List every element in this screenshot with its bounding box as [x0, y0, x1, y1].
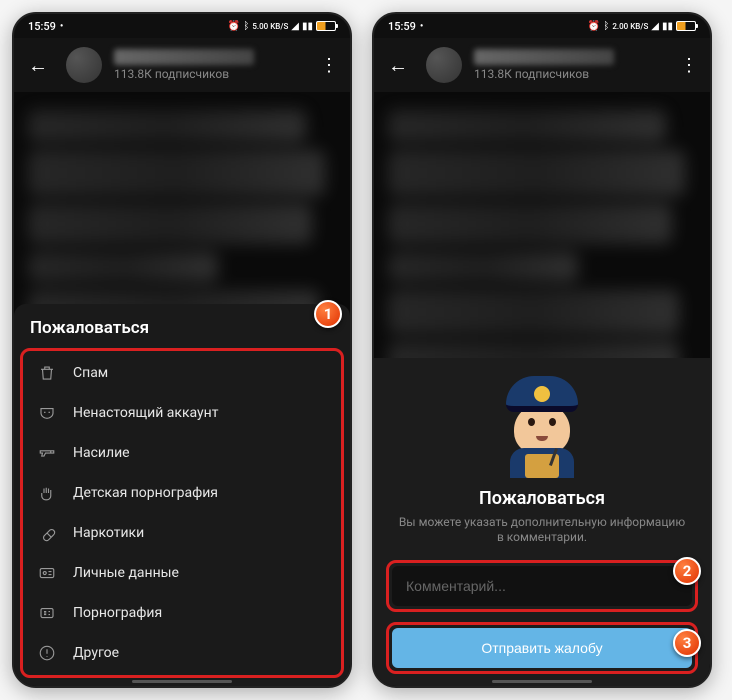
mask-icon — [37, 403, 57, 423]
notification-dot-icon: • — [420, 21, 424, 32]
gun-icon — [37, 443, 57, 463]
report-confirm-panel: Пожаловаться Вы можете указать дополните… — [374, 358, 710, 686]
chat-body: Пожаловаться 1 Спам Ненастоящий аккаунт — [14, 92, 350, 686]
home-indicator[interactable] — [492, 680, 592, 683]
signal-icon: ▮▮ — [302, 21, 313, 32]
phone-screenshot-2: 15:59 • ⏰ ᛒ 2.00 KB/S ◢ ▮▮ ← 113.8К подп… — [372, 12, 712, 688]
battery-icon — [676, 21, 696, 31]
report-option-drugs[interactable]: Наркотики — [23, 513, 341, 553]
status-time: 15:59 — [388, 20, 416, 33]
submit-button-highlight: Отправить жалобу 3 — [386, 622, 698, 674]
report-option-label: Порнография — [73, 605, 162, 621]
trash-icon — [37, 363, 57, 383]
channel-avatar[interactable] — [426, 47, 462, 83]
callout-badge-2: 2 — [673, 557, 701, 585]
back-arrow-icon[interactable]: ← — [382, 49, 414, 82]
wifi-icon: ◢ — [291, 21, 299, 32]
alarm-icon: ⏰ — [588, 21, 600, 32]
channel-name-blurred — [474, 49, 614, 65]
report-option-label: Другое — [73, 645, 119, 661]
report-option-label: Ненастоящий аккаунт — [73, 405, 218, 421]
report-option-personal-data[interactable]: Личные данные — [23, 553, 341, 593]
report-options-list: Спам Ненастоящий аккаунт Насилие — [20, 348, 344, 678]
bluetooth-icon: ᛒ — [243, 21, 249, 32]
comment-field-highlight: 2 — [386, 560, 698, 612]
phone-screenshot-1: 15:59 • ⏰ ᛒ 5.00 KB/S ◢ ▮▮ ← 113.8К подп… — [12, 12, 352, 688]
report-option-violence[interactable]: Насилие — [23, 433, 341, 473]
status-bar: 15:59 • ⏰ ᛒ 5.00 KB/S ◢ ▮▮ — [14, 14, 350, 38]
channel-name-blurred — [114, 49, 254, 65]
more-options-icon[interactable]: ⋮ — [674, 49, 702, 82]
report-option-label: Спам — [73, 365, 108, 381]
signal-icon: ▮▮ — [662, 21, 673, 32]
alert-circle-icon — [37, 643, 57, 663]
network-speed: 5.00 KB/S — [252, 22, 288, 31]
report-option-spam[interactable]: Спам — [23, 353, 341, 393]
report-option-pornography[interactable]: Порнография — [23, 593, 341, 633]
submit-report-button[interactable]: Отправить жалобу — [392, 628, 692, 668]
bluetooth-icon: ᛒ — [603, 21, 609, 32]
more-options-icon[interactable]: ⋮ — [314, 49, 342, 82]
battery-icon — [316, 21, 336, 31]
id-card-icon — [37, 563, 57, 583]
channel-info[interactable]: 113.8К подписчиков — [114, 49, 302, 81]
report-option-other[interactable]: Другое — [23, 633, 341, 673]
report-option-label: Насилие — [73, 445, 130, 461]
police-officer-icon — [492, 376, 592, 476]
report-option-label: Наркотики — [73, 525, 144, 541]
comment-input[interactable] — [392, 566, 692, 606]
report-option-label: Личные данные — [73, 565, 179, 581]
subscriber-count: 113.8К подписчиков — [474, 67, 662, 81]
pill-icon — [37, 523, 57, 543]
sheet-title: Пожаловаться — [14, 304, 350, 348]
callout-badge-1: 1 — [314, 300, 342, 328]
panel-title: Пожаловаться — [386, 488, 698, 509]
chat-header: ← 113.8К подписчиков ⋮ — [374, 38, 710, 92]
report-bottom-sheet: Пожаловаться 1 Спам Ненастоящий аккаунт — [14, 304, 350, 686]
home-indicator[interactable] — [132, 680, 232, 683]
channel-info[interactable]: 113.8К подписчиков — [474, 49, 662, 81]
status-bar: 15:59 • ⏰ ᛒ 2.00 KB/S ◢ ▮▮ — [374, 14, 710, 38]
panel-subtitle: Вы можете указать дополнительную информа… — [386, 515, 698, 546]
status-time: 15:59 — [28, 20, 56, 33]
explicit-icon — [37, 603, 57, 623]
wifi-icon: ◢ — [651, 21, 659, 32]
channel-avatar[interactable] — [66, 47, 102, 83]
chat-header: ← 113.8К подписчиков ⋮ — [14, 38, 350, 92]
alarm-icon: ⏰ — [228, 21, 240, 32]
report-option-child-abuse[interactable]: Детская порнография — [23, 473, 341, 513]
hand-icon — [37, 483, 57, 503]
callout-badge-3: 3 — [673, 629, 701, 657]
subscriber-count: 113.8К подписчиков — [114, 67, 302, 81]
network-speed: 2.00 KB/S — [612, 22, 648, 31]
report-option-label: Детская порнография — [73, 485, 218, 501]
back-arrow-icon[interactable]: ← — [22, 49, 54, 82]
notification-dot-icon: • — [60, 21, 64, 32]
chat-body: Пожаловаться Вы можете указать дополните… — [374, 92, 710, 686]
report-option-fake-account[interactable]: Ненастоящий аккаунт — [23, 393, 341, 433]
